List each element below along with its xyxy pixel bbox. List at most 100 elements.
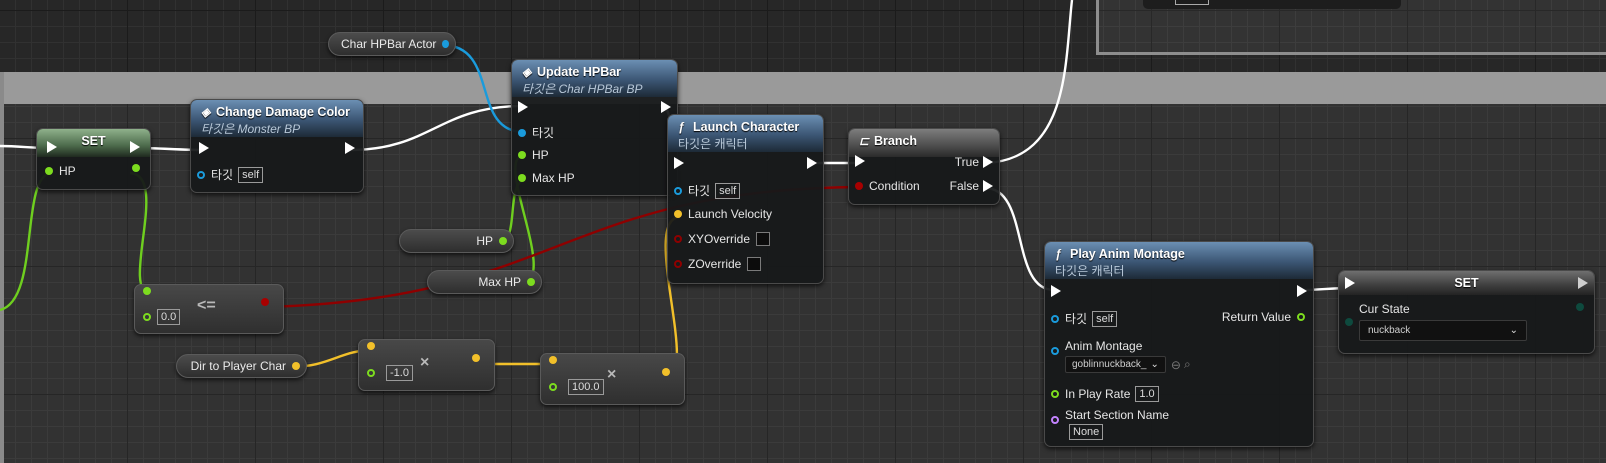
set-hp-input-pin[interactable]: HP — [39, 164, 76, 178]
start-section-label: Start Section Name — [1065, 408, 1170, 422]
play-anim-montage-target-pin[interactable]: 타깃 self — [1045, 310, 1118, 327]
set-hp-node[interactable]: SET HP — [36, 128, 151, 190]
in-play-rate-field[interactable]: 1.0 — [1135, 386, 1159, 402]
multiply-node-1[interactable]: -1.0 × — [358, 339, 495, 391]
branch-condition-pin[interactable]: Condition — [849, 179, 920, 193]
launch-velocity-pin[interactable]: Launch Velocity — [668, 207, 772, 221]
set-hp-exec-out[interactable] — [126, 141, 144, 153]
multiply2-value-field[interactable]: 100.0 — [568, 379, 604, 395]
play-anim-montage-title: Play Anim Montage — [1070, 247, 1185, 261]
in-play-rate-pin[interactable]: In Play Rate 1.0 — [1045, 386, 1159, 402]
dir-to-player-getter[interactable]: Dir to Player Char — [176, 354, 307, 378]
set-cur-state-node[interactable]: SET Cur State nuckback ⌄ — [1338, 270, 1595, 354]
update-hpbar-node[interactable]: ◈ Update HPBar 타깃은 Char HPBar BP 타깃 HP Ma… — [511, 59, 678, 196]
update-hpbar-target-label: 타깃 — [532, 126, 555, 140]
launch-character-exec-in[interactable] — [670, 157, 688, 169]
launch-character-title: Launch Character — [693, 120, 800, 134]
launch-character-node[interactable]: ƒ Launch Character 타깃은 캐릭터 타깃 self Launch … — [667, 114, 824, 284]
return-value-pin[interactable]: Return Value — [1222, 310, 1311, 324]
xyoverride-pin[interactable]: XYOverride — [668, 232, 771, 246]
start-section-pin[interactable]: Start Section Name None — [1045, 408, 1169, 440]
play-anim-montage-node[interactable]: ƒ Play Anim Montage 타깃은 캐릭터 타깃 self Return… — [1044, 241, 1314, 447]
branch-node[interactable]: ⊏ Branch True Condition False — [848, 128, 1000, 205]
update-hpbar-maxhp-pin[interactable]: Max HP — [512, 171, 575, 185]
branch-false-label: False — [949, 179, 979, 193]
launch-character-target-pin[interactable]: 타깃 self — [668, 182, 741, 199]
xyoverride-checkbox[interactable] — [756, 232, 771, 246]
less-equal-node[interactable]: 0.0 <= — [134, 284, 284, 334]
hp-getter[interactable]: HP — [399, 229, 514, 253]
blueprint-graph[interactable]: SET HP ◈ Change Damage Color 타깃은 Monster … — [0, 0, 1606, 463]
multiply1-output-pin[interactable] — [466, 354, 486, 362]
change-damage-color-header: ◈ Change Damage Color 타깃은 Monster BP — [191, 100, 363, 137]
compare-input-b[interactable]: 0.0 — [137, 309, 181, 325]
compare-value-field[interactable]: 0.0 — [157, 309, 181, 325]
maxhp-getter[interactable]: Max HP — [427, 270, 542, 294]
target-self-tag[interactable]: self — [238, 166, 264, 183]
multiply-node-2[interactable]: 100.0 × — [540, 353, 685, 405]
update-hpbar-title: Update HPBar — [537, 65, 622, 79]
target-self-tag[interactable]: self — [715, 182, 741, 199]
multiply2-input-b[interactable]: 100.0 — [543, 379, 604, 395]
change-damage-color-target-pin[interactable]: 타깃 self — [191, 166, 264, 183]
set-cur-state-exec-in[interactable] — [1341, 277, 1359, 289]
cur-state-pin[interactable]: Cur State nuckback ⌄ — [1339, 302, 1527, 341]
set-hp-output-pin[interactable] — [126, 164, 146, 172]
branch-exec-in[interactable] — [851, 155, 869, 167]
branch-false-pin[interactable]: False — [950, 179, 997, 193]
char-hpbar-actor-pin[interactable] — [442, 40, 449, 48]
dir-to-player-label: Dir to Player Char — [190, 359, 286, 373]
change-damage-color-exec-in[interactable] — [195, 142, 213, 154]
launch-character-exec-out[interactable] — [803, 157, 821, 169]
play-anim-montage-exec-out[interactable] — [1293, 285, 1311, 297]
update-hpbar-target-pin[interactable]: 타깃 — [512, 124, 554, 141]
start-section-field[interactable]: None — [1069, 424, 1104, 440]
play-anim-montage-exec-in[interactable] — [1047, 285, 1065, 297]
zoverride-checkbox[interactable] — [747, 257, 762, 271]
branch-header: ⊏ Branch — [849, 129, 999, 157]
update-hpbar-exec-out[interactable] — [657, 101, 675, 113]
in-play-rate-label: In Play Rate — [1065, 387, 1131, 401]
multiply1-symbol: × — [420, 354, 430, 371]
set-cur-state-exec-out[interactable] — [1560, 277, 1592, 289]
anim-montage-pin[interactable]: Anim Montage goblinnuckback_ ⌄ ⊖ ⌕ — [1045, 339, 1191, 373]
branch-true-pin[interactable]: True — [955, 155, 997, 169]
cur-state-dropdown[interactable]: nuckback ⌄ — [1359, 320, 1527, 341]
update-hpbar-subtitle: 타깃은 Char HPBar BP — [522, 82, 643, 96]
event-icon: ◈ — [522, 65, 532, 79]
change-damage-color-node[interactable]: ◈ Change Damage Color 타깃은 Monster BP 타깃 se… — [190, 99, 364, 193]
cur-state-output-pin[interactable] — [1570, 303, 1590, 311]
launch-character-header: ƒ Launch Character 타깃은 캐릭터 — [668, 115, 823, 152]
char-hpbar-actor-getter[interactable]: Char HPBar Actor — [328, 32, 456, 56]
update-hpbar-maxhp-label: Max HP — [532, 171, 575, 185]
update-hpbar-header: ◈ Update HPBar 타깃은 Char HPBar BP — [512, 60, 677, 97]
partial-node-top[interactable] — [1143, 0, 1401, 9]
maxhp-getter-pin[interactable] — [527, 278, 535, 286]
compare-output-pin[interactable] — [255, 298, 275, 306]
branch-true-label: True — [954, 155, 979, 169]
change-damage-color-title: Change Damage Color — [216, 105, 351, 119]
multiply1-value-field[interactable]: -1.0 — [386, 365, 413, 381]
use-selected-icon[interactable]: ⊖ — [1171, 358, 1181, 372]
set-cur-state-header: SET — [1339, 271, 1594, 295]
set-hp-pin-label: HP — [59, 164, 76, 178]
chevron-down-icon: ⌄ — [1509, 325, 1518, 336]
zoverride-pin[interactable]: ZOverride — [668, 257, 762, 271]
multiply1-input-b[interactable]: -1.0 — [361, 365, 413, 381]
hp-getter-pin[interactable] — [499, 237, 507, 245]
update-hpbar-hp-pin[interactable]: HP — [512, 148, 549, 162]
multiply2-input-a[interactable] — [543, 356, 563, 364]
target-label: 타깃 — [1065, 312, 1088, 326]
update-hpbar-exec-in[interactable] — [514, 101, 532, 113]
anim-montage-dropdown[interactable]: goblinnuckback_ ⌄ — [1065, 356, 1166, 373]
compare-input-a[interactable] — [137, 287, 157, 295]
dir-to-player-pin[interactable] — [292, 362, 300, 370]
target-self-tag[interactable]: self — [1092, 310, 1118, 327]
multiply1-input-a[interactable] — [361, 342, 381, 350]
event-icon: ◈ — [201, 105, 211, 119]
multiply2-output-pin[interactable] — [656, 368, 676, 376]
change-damage-color-exec-out[interactable] — [341, 142, 359, 154]
search-icon[interactable]: ⌕ — [1184, 357, 1191, 372]
set-hp-exec-in[interactable] — [43, 141, 61, 153]
play-anim-montage-subtitle: 타깃은 캐릭터 — [1055, 264, 1125, 278]
